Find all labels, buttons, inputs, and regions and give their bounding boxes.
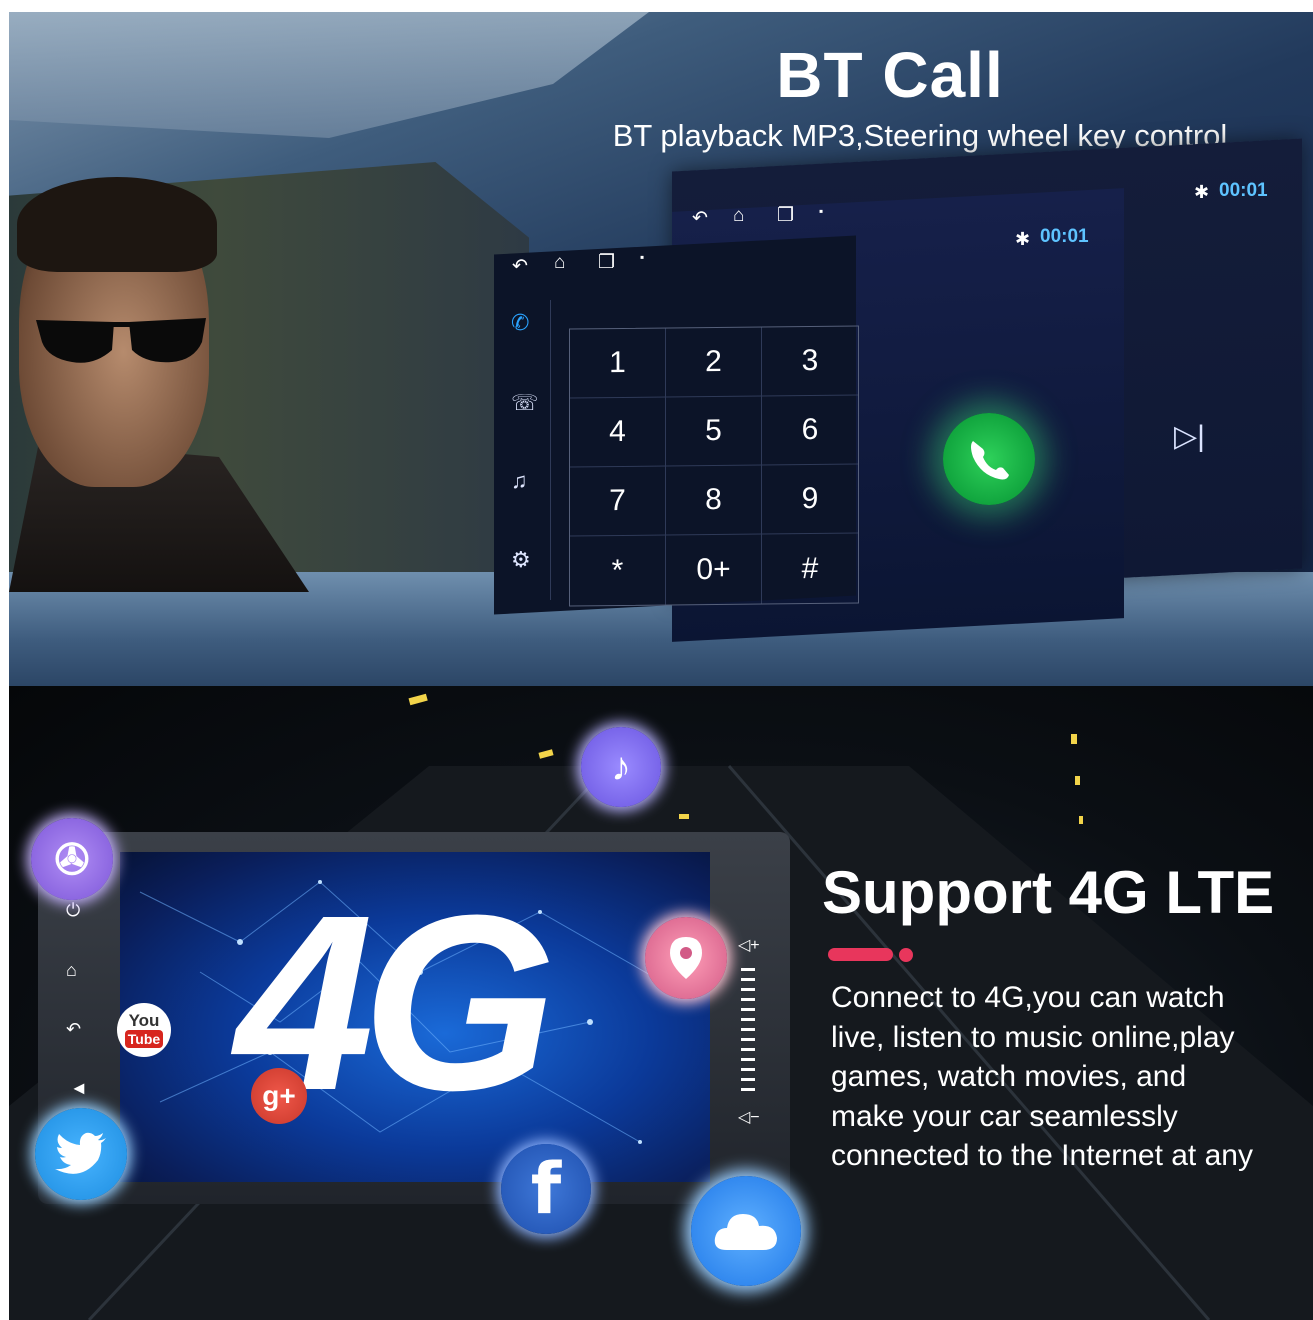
key-3[interactable]: 3 bbox=[762, 326, 858, 397]
navigation-icon[interactable]: ◄ bbox=[70, 1078, 88, 1099]
dial-keypad: 1 2 3 4 5 6 7 8 9 * 0+ # bbox=[569, 325, 859, 607]
key-hash[interactable]: # bbox=[762, 533, 858, 603]
home-icon[interactable]: ⌂ bbox=[733, 205, 744, 227]
section-headline: Support 4G LTE bbox=[822, 859, 1275, 926]
description-line: live, listen to music online,play bbox=[831, 1020, 1235, 1054]
bt-music-icon[interactable]: ♫ bbox=[511, 468, 528, 494]
accent-dot bbox=[899, 948, 913, 962]
page-title: BT Call bbox=[776, 39, 1004, 111]
key-4[interactable]: 4 bbox=[570, 397, 666, 468]
key-2[interactable]: 2 bbox=[666, 327, 762, 398]
key-1[interactable]: 1 bbox=[570, 328, 666, 399]
phone-icon bbox=[971, 441, 1009, 480]
twitter-icon[interactable] bbox=[35, 1108, 127, 1200]
cloud-shape-icon bbox=[714, 1214, 777, 1250]
music-icon[interactable]: ♪ bbox=[581, 727, 661, 807]
recent-apps-icon[interactable]: ❐ bbox=[777, 204, 794, 227]
driver-hair bbox=[17, 177, 217, 272]
screenshot-icon[interactable]: ▪ bbox=[640, 250, 644, 264]
description-line: Connect to 4G,you can watch bbox=[831, 981, 1225, 1014]
facebook-icon[interactable]: f bbox=[501, 1144, 591, 1234]
description: Connect to 4G,you can watch live, listen… bbox=[831, 978, 1301, 1176]
key-8[interactable]: 8 bbox=[666, 465, 762, 536]
recent-apps-icon[interactable]: ❐ bbox=[598, 251, 615, 274]
back-icon[interactable]: ↶ bbox=[66, 1019, 81, 1040]
bluetooth-icon: ✱ bbox=[1015, 229, 1031, 249]
back-icon[interactable]: ↶ bbox=[692, 207, 708, 230]
home-icon[interactable]: ⌂ bbox=[66, 960, 77, 981]
description-line: make your car seamlessly bbox=[831, 1099, 1178, 1133]
cloud-icon[interactable] bbox=[691, 1176, 801, 1286]
youtube-label: You bbox=[128, 1011, 160, 1030]
youtube-icon[interactable]: You Tube bbox=[117, 1003, 171, 1057]
key-9[interactable]: 9 bbox=[762, 464, 858, 535]
sunglasses bbox=[36, 318, 206, 363]
key-0[interactable]: 0+ bbox=[666, 534, 762, 605]
bird-icon bbox=[55, 1132, 106, 1174]
key-5[interactable]: 5 bbox=[666, 396, 762, 467]
accent-bar bbox=[828, 948, 893, 961]
volume-up-icon[interactable]: ◁+ bbox=[738, 935, 760, 955]
key-7[interactable]: 7 bbox=[570, 466, 666, 537]
youtube-label-tube: Tube bbox=[124, 1030, 164, 1048]
contacts-icon[interactable]: ☏ bbox=[511, 390, 539, 416]
music-note-icon: ♪ bbox=[611, 744, 631, 789]
sidebar-divider bbox=[550, 300, 551, 600]
power-icon[interactable]: ⏻ bbox=[66, 900, 80, 921]
car-roof bbox=[9, 12, 649, 138]
settings-icon[interactable]: ⚙ bbox=[511, 547, 531, 573]
description-line: games, watch movies, and bbox=[831, 1060, 1187, 1093]
phone-icon[interactable]: ✆ bbox=[511, 310, 529, 336]
volume-down-icon[interactable]: ◁− bbox=[738, 1107, 760, 1127]
location-icon[interactable] bbox=[645, 917, 727, 999]
back-icon[interactable]: ↶ bbox=[512, 255, 528, 278]
status-time: 00:01 bbox=[1040, 226, 1089, 247]
map-pin-icon bbox=[670, 937, 702, 979]
film-reel-icon: ✇ bbox=[54, 835, 90, 883]
google-plus-label: g+ bbox=[262, 1080, 296, 1111]
key-star[interactable]: * bbox=[570, 535, 666, 606]
screenshot-icon[interactable]: ▪ bbox=[819, 204, 823, 218]
description-line: connected to the Internet at any bbox=[831, 1139, 1253, 1172]
facebook-label: f bbox=[530, 1148, 562, 1230]
video-icon[interactable]: ✇ bbox=[31, 818, 113, 900]
google-plus-icon[interactable]: g+ bbox=[251, 1068, 307, 1124]
volume-bars bbox=[741, 968, 755, 1096]
next-track-icon[interactable]: ▷| bbox=[1174, 419, 1205, 454]
key-6[interactable]: 6 bbox=[762, 395, 858, 466]
status-time: 00:01 bbox=[1219, 180, 1268, 201]
call-button[interactable] bbox=[943, 413, 1035, 505]
bluetooth-icon: ✱ bbox=[1194, 182, 1210, 202]
home-icon[interactable]: ⌂ bbox=[554, 252, 565, 274]
